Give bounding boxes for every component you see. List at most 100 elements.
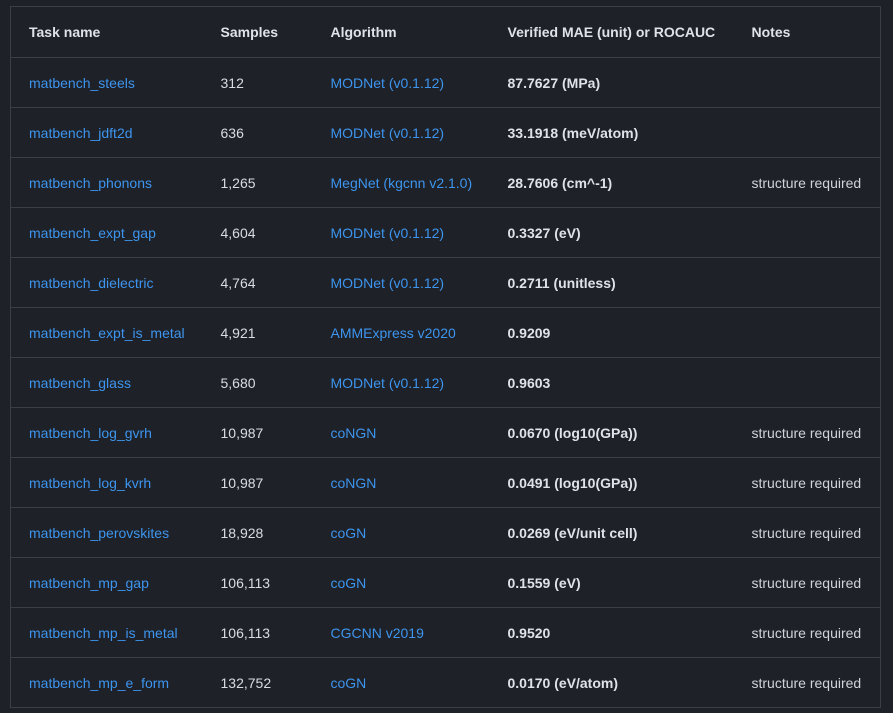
mae-cell: 0.9520 xyxy=(489,607,734,658)
algorithm-cell: coNGN xyxy=(312,457,490,508)
table-body: matbench_steels 312 MODNet (v0.1.12) 87.… xyxy=(10,57,881,708)
notes-cell: structure required xyxy=(733,407,881,458)
algorithm-link[interactable]: MODNet (v0.1.12) xyxy=(331,375,445,391)
algorithm-cell: coGN xyxy=(312,557,490,608)
header-task-name: Task name xyxy=(10,6,203,58)
task-name-cell: matbench_log_gvrh xyxy=(10,407,203,458)
header-row: Task name Samples Algorithm Verified MAE… xyxy=(10,6,881,58)
samples-cell: 106,113 xyxy=(202,607,313,658)
header-algorithm: Algorithm xyxy=(312,6,490,58)
algorithm-link[interactable]: coGN xyxy=(331,525,367,541)
mae-cell: 0.0269 (eV/unit cell) xyxy=(489,507,734,558)
task-name-cell: matbench_phonons xyxy=(10,157,203,208)
header-verified-mae: Verified MAE (unit) or ROCAUC xyxy=(489,6,734,58)
algorithm-link[interactable]: MegNet (kgcnn v2.1.0) xyxy=(331,175,473,191)
table-header: Task name Samples Algorithm Verified MAE… xyxy=(10,6,881,58)
algorithm-link[interactable]: coNGN xyxy=(331,425,377,441)
algorithm-cell: MODNet (v0.1.12) xyxy=(312,207,490,258)
samples-cell: 106,113 xyxy=(202,557,313,608)
algorithm-link[interactable]: MODNet (v0.1.12) xyxy=(331,225,445,241)
algorithm-link[interactable]: MODNet (v0.1.12) xyxy=(331,275,445,291)
notes-cell xyxy=(733,107,881,158)
notes-cell xyxy=(733,207,881,258)
table-row: matbench_expt_is_metal 4,921 AMMExpress … xyxy=(10,307,881,358)
algorithm-cell: coGN xyxy=(312,657,490,708)
notes-cell xyxy=(733,357,881,408)
algorithm-cell: MODNet (v0.1.12) xyxy=(312,57,490,108)
samples-cell: 4,921 xyxy=(202,307,313,358)
mae-cell: 0.9603 xyxy=(489,357,734,408)
task-name-cell: matbench_mp_is_metal xyxy=(10,607,203,658)
samples-cell: 10,987 xyxy=(202,407,313,458)
algorithm-link[interactable]: coGN xyxy=(331,675,367,691)
mae-cell: 0.3327 (eV) xyxy=(489,207,734,258)
mae-cell: 28.7606 (cm^-1) xyxy=(489,157,734,208)
algorithm-cell: MODNet (v0.1.12) xyxy=(312,107,490,158)
table-row: matbench_mp_e_form 132,752 coGN 0.0170 (… xyxy=(10,657,881,708)
header-samples: Samples xyxy=(202,6,313,58)
table-row: matbench_mp_is_metal 106,113 CGCNN v2019… xyxy=(10,607,881,658)
algorithm-cell: AMMExpress v2020 xyxy=(312,307,490,358)
task-link[interactable]: matbench_steels xyxy=(29,75,135,91)
table-row: matbench_dielectric 4,764 MODNet (v0.1.1… xyxy=(10,257,881,308)
task-link[interactable]: matbench_perovskites xyxy=(29,525,169,541)
samples-cell: 4,604 xyxy=(202,207,313,258)
algorithm-cell: coNGN xyxy=(312,407,490,458)
samples-cell: 132,752 xyxy=(202,657,313,708)
table-row: matbench_glass 5,680 MODNet (v0.1.12) 0.… xyxy=(10,357,881,408)
task-name-cell: matbench_jdft2d xyxy=(10,107,203,158)
task-name-cell: matbench_glass xyxy=(10,357,203,408)
task-name-cell: matbench_mp_gap xyxy=(10,557,203,608)
mae-cell: 0.0491 (log10(GPa)) xyxy=(489,457,734,508)
mae-cell: 0.1559 (eV) xyxy=(489,557,734,608)
task-name-cell: matbench_expt_gap xyxy=(10,207,203,258)
mae-cell: 0.2711 (unitless) xyxy=(489,257,734,308)
leaderboard-table: Task name Samples Algorithm Verified MAE… xyxy=(10,6,881,708)
algorithm-link[interactable]: coGN xyxy=(331,575,367,591)
samples-cell: 18,928 xyxy=(202,507,313,558)
task-link[interactable]: matbench_glass xyxy=(29,375,131,391)
algorithm-link[interactable]: MODNet (v0.1.12) xyxy=(331,75,445,91)
mae-cell: 0.0670 (log10(GPa)) xyxy=(489,407,734,458)
mae-cell: 0.9209 xyxy=(489,307,734,358)
notes-cell xyxy=(733,257,881,308)
notes-cell: structure required xyxy=(733,457,881,508)
algorithm-cell: coGN xyxy=(312,507,490,558)
table-row: matbench_expt_gap 4,604 MODNet (v0.1.12)… xyxy=(10,207,881,258)
task-link[interactable]: matbench_dielectric xyxy=(29,275,154,291)
task-name-cell: matbench_steels xyxy=(10,57,203,108)
table-row: matbench_mp_gap 106,113 coGN 0.1559 (eV)… xyxy=(10,557,881,608)
notes-cell xyxy=(733,57,881,108)
notes-cell: structure required xyxy=(733,657,881,708)
task-link[interactable]: matbench_mp_e_form xyxy=(29,675,169,691)
task-link[interactable]: matbench_mp_is_metal xyxy=(29,625,178,641)
samples-cell: 1,265 xyxy=(202,157,313,208)
task-link[interactable]: matbench_phonons xyxy=(29,175,152,191)
samples-cell: 636 xyxy=(202,107,313,158)
table-row: matbench_phonons 1,265 MegNet (kgcnn v2.… xyxy=(10,157,881,208)
samples-cell: 10,987 xyxy=(202,457,313,508)
algorithm-link[interactable]: CGCNN v2019 xyxy=(331,625,424,641)
notes-cell: structure required xyxy=(733,607,881,658)
task-link[interactable]: matbench_expt_is_metal xyxy=(29,325,185,341)
task-link[interactable]: matbench_log_gvrh xyxy=(29,425,152,441)
task-link[interactable]: matbench_log_kvrh xyxy=(29,475,151,491)
samples-cell: 312 xyxy=(202,57,313,108)
task-name-cell: matbench_mp_e_form xyxy=(10,657,203,708)
task-link[interactable]: matbench_mp_gap xyxy=(29,575,149,591)
table-row: matbench_steels 312 MODNet (v0.1.12) 87.… xyxy=(10,57,881,108)
samples-cell: 5,680 xyxy=(202,357,313,408)
algorithm-cell: MODNet (v0.1.12) xyxy=(312,257,490,308)
algorithm-link[interactable]: MODNet (v0.1.12) xyxy=(331,125,445,141)
algorithm-cell: MODNet (v0.1.12) xyxy=(312,357,490,408)
task-link[interactable]: matbench_jdft2d xyxy=(29,125,133,141)
task-link[interactable]: matbench_expt_gap xyxy=(29,225,156,241)
algorithm-link[interactable]: coNGN xyxy=(331,475,377,491)
notes-cell: structure required xyxy=(733,507,881,558)
mae-cell: 33.1918 (meV/atom) xyxy=(489,107,734,158)
task-name-cell: matbench_expt_is_metal xyxy=(10,307,203,358)
mae-cell: 0.0170 (eV/atom) xyxy=(489,657,734,708)
notes-cell xyxy=(733,307,881,358)
algorithm-link[interactable]: AMMExpress v2020 xyxy=(331,325,456,341)
task-name-cell: matbench_perovskites xyxy=(10,507,203,558)
